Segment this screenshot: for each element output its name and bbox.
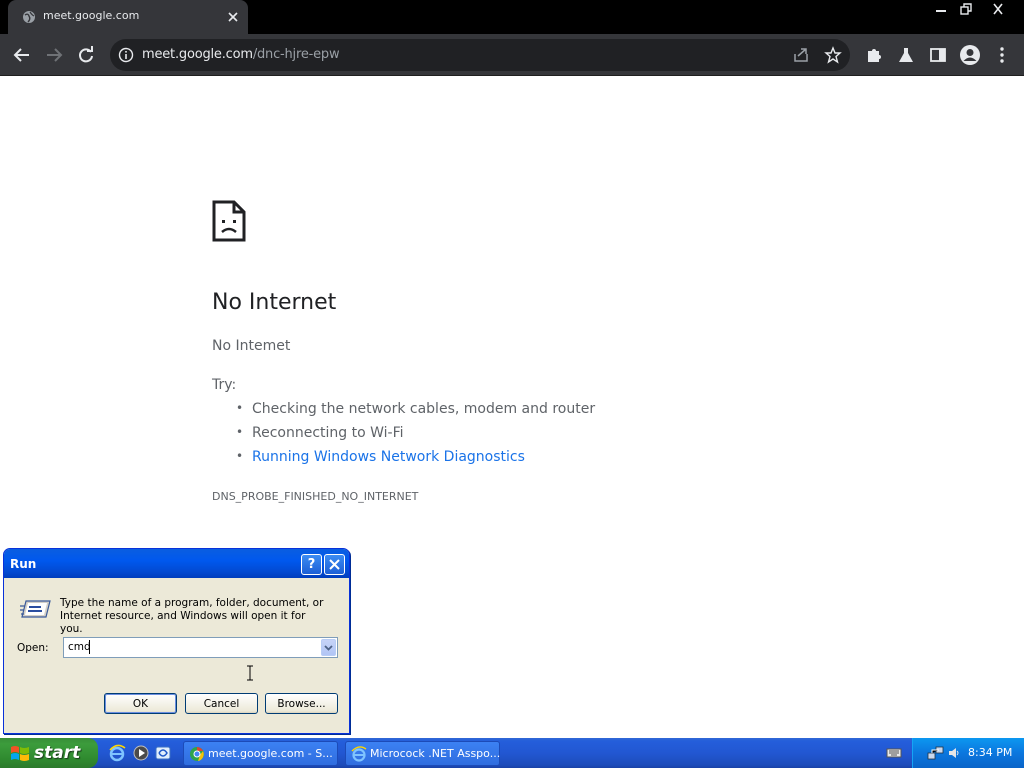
run-dialog-titlebar[interactable]: Run ?	[4, 549, 349, 578]
browser-tab-strip: meet.google.com	[0, 0, 1024, 34]
profile-button[interactable]	[957, 42, 983, 68]
suggestion-item: Reconnecting to Wi-Fi	[236, 425, 595, 449]
flask-icon	[899, 48, 913, 62]
chrome-icon	[190, 747, 204, 761]
bookmark-star-icon[interactable]	[824, 46, 842, 64]
volume-icon[interactable]	[947, 746, 961, 760]
avatar-icon	[960, 45, 980, 65]
minimize-icon	[936, 10, 946, 12]
taskbar-item-ie[interactable]: Microcock .NET Asspo...	[345, 741, 500, 766]
ok-button[interactable]: OK	[104, 693, 177, 714]
run-dialog-title: Run	[10, 557, 37, 571]
error-subtitle: No Intemet	[212, 338, 291, 354]
windows-flag-icon	[11, 746, 29, 761]
keyboard-icon[interactable]	[886, 747, 902, 759]
suggestion-list: Checking the network cables, modem and r…	[236, 401, 595, 473]
run-close-button[interactable]	[324, 554, 345, 575]
taskbar-item-label: meet.google.com - S...	[208, 747, 333, 760]
close-icon	[329, 559, 340, 570]
ie-icon	[351, 746, 367, 762]
text-caret	[89, 640, 90, 654]
try-label: Try:	[212, 377, 237, 393]
open-input-value[interactable]: cmd	[68, 641, 91, 653]
url-host: meet.google.com	[142, 47, 253, 62]
suggestion-item: Checking the network cables, modem and r…	[236, 401, 595, 425]
help-icon: ?	[307, 557, 316, 572]
forward-arrow-icon	[47, 48, 63, 62]
reload-icon	[79, 46, 93, 63]
puzzle-icon	[868, 49, 881, 62]
reload-button[interactable]	[73, 42, 99, 68]
clock[interactable]: 8:34 PM	[968, 746, 1012, 759]
start-button[interactable]: start	[0, 738, 98, 768]
url-text[interactable]: meet.google.com/dnc-hjre-epw	[142, 47, 340, 62]
taskbar-item-label: Microcock .NET Asspo...	[370, 747, 501, 760]
taskbar: start meet.google.com - S... Microcock .…	[0, 738, 1024, 768]
open-combobox[interactable]: cmd	[63, 637, 338, 658]
browse-label: Browse...	[277, 697, 326, 710]
side-panel-button[interactable]	[925, 42, 951, 68]
kebab-menu-icon	[1000, 47, 1004, 63]
taskbar-item-chrome[interactable]: meet.google.com - S...	[183, 741, 338, 766]
address-bar[interactable]: meet.google.com/dnc-hjre-epw	[110, 39, 850, 71]
run-description: Type the name of a program, folder, docu…	[60, 597, 324, 635]
sad-document-icon	[212, 200, 246, 242]
system-tray: 8:34 PM	[912, 738, 1024, 768]
run-program-icon	[20, 600, 51, 618]
tab-close-icon[interactable]	[226, 10, 240, 24]
window-close-button[interactable]	[983, 0, 1013, 18]
network-icon[interactable]	[927, 745, 945, 761]
start-label: start	[34, 743, 81, 763]
extensions-button[interactable]	[861, 42, 887, 68]
outlook-express-icon[interactable]	[154, 744, 172, 762]
close-icon	[993, 3, 1003, 15]
labs-button[interactable]	[893, 42, 919, 68]
browse-button[interactable]: Browse...	[265, 693, 338, 714]
run-dialog: Run ? Type the name of a program, folder…	[3, 548, 350, 734]
combo-dropdown-button[interactable]	[321, 639, 336, 656]
side-panel-icon	[930, 48, 946, 62]
back-button[interactable]	[9, 42, 35, 68]
tab-title: meet.google.com	[43, 9, 140, 22]
cancel-label: Cancel	[203, 697, 240, 710]
ie-icon[interactable]	[108, 744, 126, 762]
restore-button[interactable]	[951, 0, 981, 18]
help-button[interactable]: ?	[301, 554, 322, 575]
open-label: Open:	[17, 642, 49, 654]
url-path: /dnc-hjre-epw	[252, 47, 340, 62]
network-diagnostics-link[interactable]: Running Windows Network Diagnostics	[236, 449, 595, 473]
ok-label: OK	[132, 697, 149, 710]
ibeam-cursor-icon	[247, 665, 253, 681]
browser-toolbar: meet.google.com/dnc-hjre-epw	[0, 34, 1024, 76]
run-dialog-body: Type the name of a program, folder, docu…	[7, 578, 346, 729]
error-code: DNS_PROBE_FINISHED_NO_INTERNET	[212, 490, 419, 503]
chevron-down-icon	[324, 645, 333, 651]
info-icon[interactable]	[118, 47, 134, 63]
browser-tab[interactable]: meet.google.com	[8, 0, 248, 34]
screen: meet.google.com meet.google.com/dnc-hjre…	[0, 0, 1024, 768]
restore-icon	[960, 3, 972, 15]
cancel-button[interactable]: Cancel	[185, 693, 258, 714]
globe-icon	[23, 11, 35, 23]
menu-button[interactable]	[989, 42, 1015, 68]
back-arrow-icon	[13, 48, 29, 62]
share-icon[interactable]	[792, 46, 810, 64]
error-title: No Internet	[212, 290, 337, 315]
forward-button[interactable]	[41, 42, 67, 68]
media-player-icon[interactable]	[132, 744, 150, 762]
